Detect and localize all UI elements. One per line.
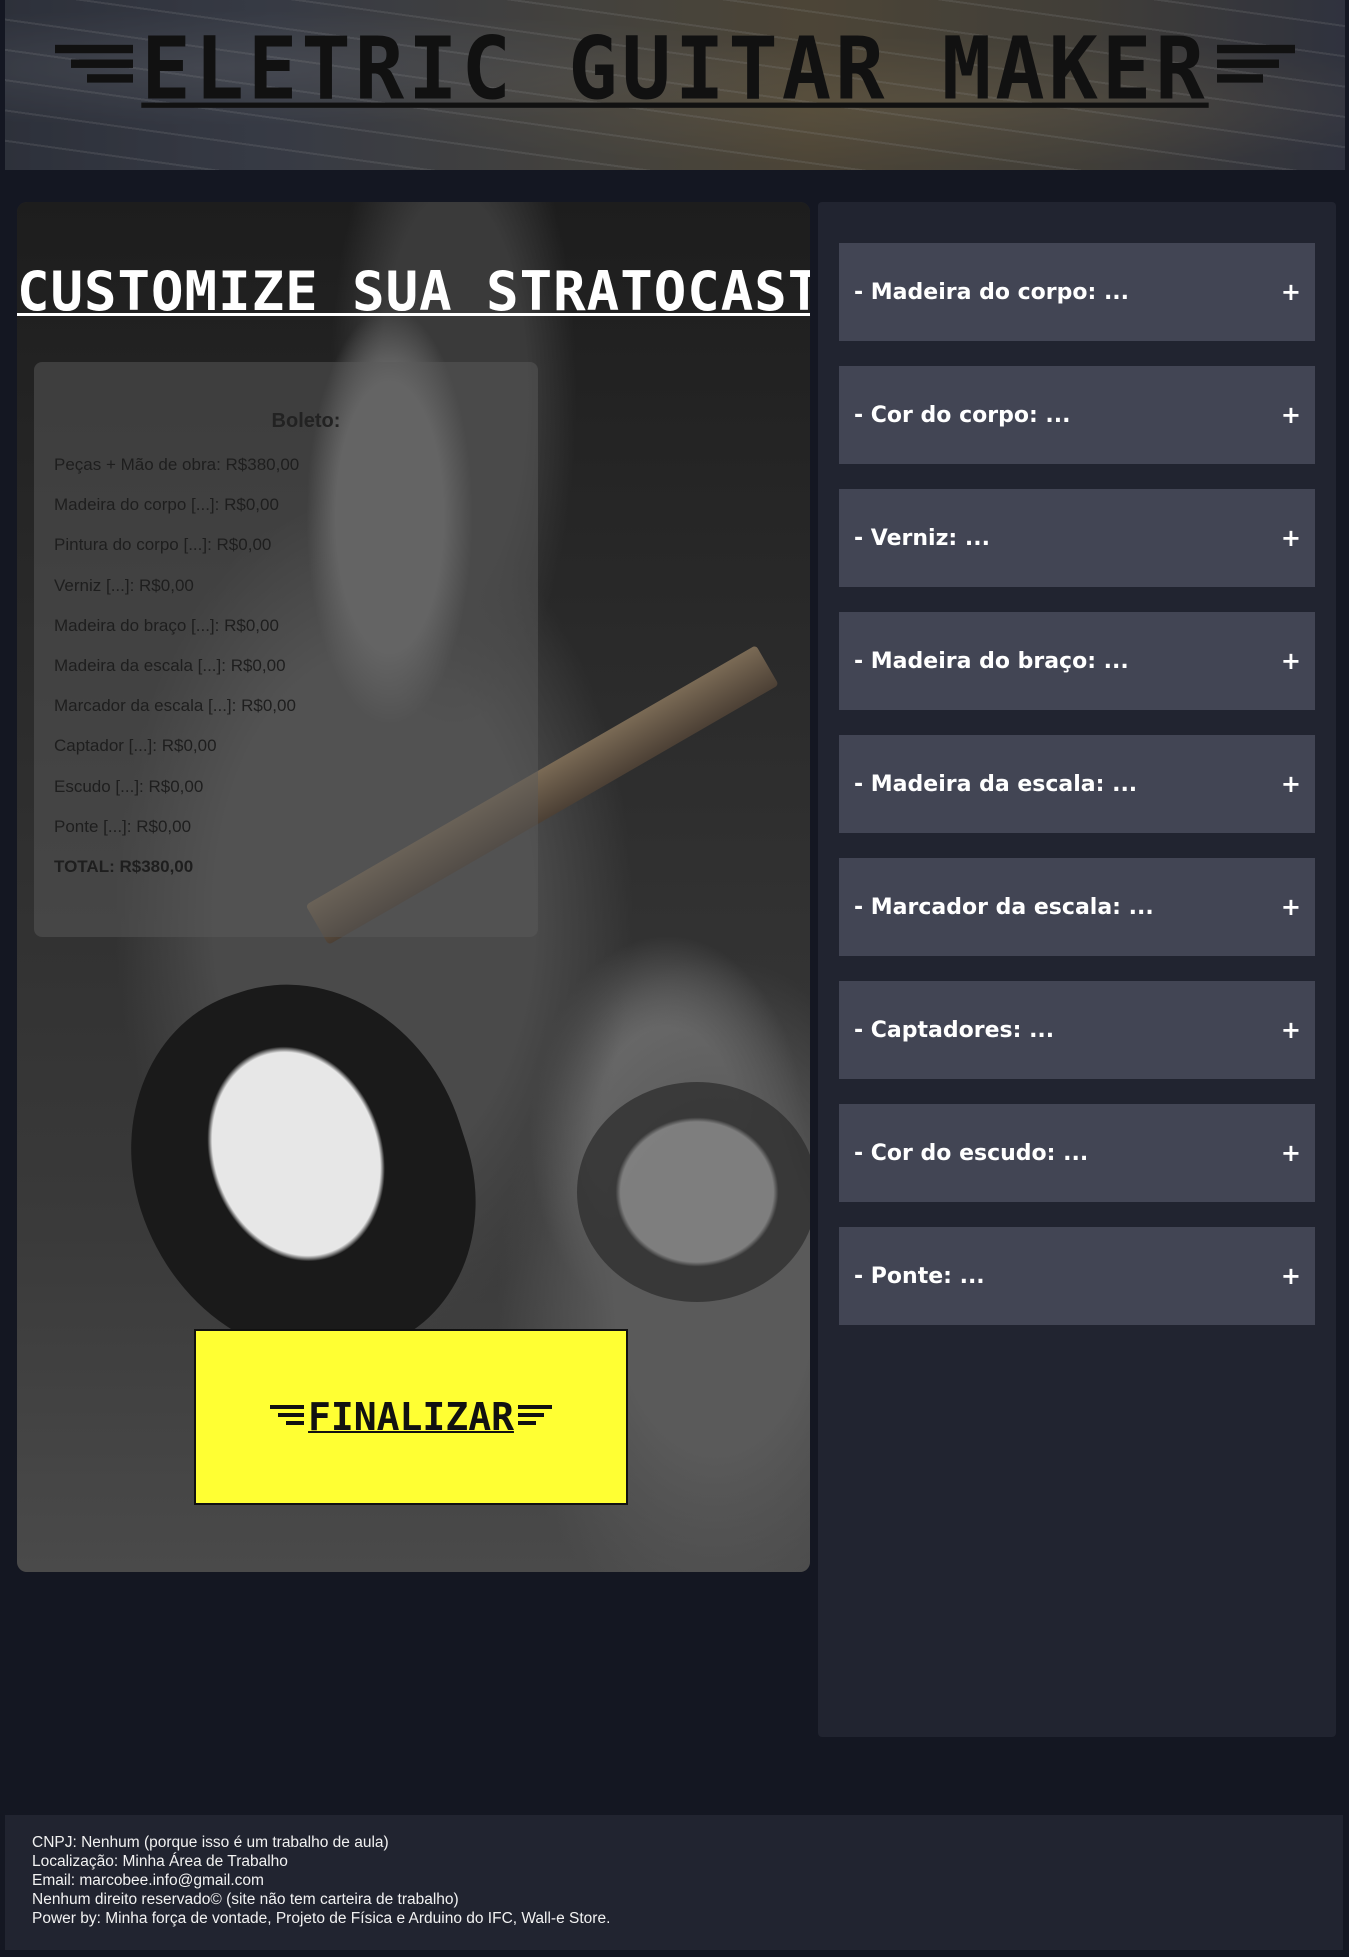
- plus-icon[interactable]: +: [1281, 1016, 1301, 1044]
- plus-icon[interactable]: +: [1281, 770, 1301, 798]
- finalize-label: FINALIZAR: [308, 1395, 514, 1439]
- receipt-line: Madeira da escala [...]: R$0,00: [54, 655, 286, 675]
- footer-email: Email: marcobee.info@gmail.com: [32, 1872, 264, 1889]
- option-ponte[interactable]: - Ponte: ... +: [839, 1227, 1315, 1325]
- option-cor-do-corpo[interactable]: - Cor do corpo: ... +: [839, 366, 1315, 464]
- option-madeira-do-braco[interactable]: - Madeira do braço: ... +: [839, 612, 1315, 710]
- receipt-line: Captador [...]: R$0,00: [54, 736, 217, 756]
- receipt-line: Pintura do corpo [...]: R$0,00: [54, 535, 272, 555]
- plus-icon[interactable]: +: [1281, 524, 1301, 552]
- site-footer: CNPJ: Nenhum (porque isso é um trabalho …: [5, 1815, 1343, 1950]
- receipt-line: Madeira do braço [...]: R$0,00: [54, 615, 279, 635]
- option-madeira-do-corpo[interactable]: - Madeira do corpo: ... +: [839, 243, 1315, 341]
- option-cor-do-escudo[interactable]: - Cor do escudo: ... +: [839, 1104, 1315, 1202]
- option-label: - Madeira da escala: ...: [854, 771, 1138, 797]
- footer-copyright: Nenhum direito reservado© (site não tem …: [32, 1891, 459, 1908]
- footer-location: Localização: Minha Área de Trabalho: [32, 1853, 288, 1870]
- option-label: - Cor do escudo: ...: [854, 1140, 1089, 1166]
- receipt-line: Ponte [...]: R$0,00: [54, 816, 192, 836]
- option-label: - Madeira do braço: ...: [854, 648, 1129, 674]
- receipt-lines: Peças + Mão de obra: R$380,00 Madeira do…: [54, 455, 538, 857]
- option-madeira-da-escala[interactable]: - Madeira da escala: ... +: [839, 735, 1315, 833]
- footer-powered-by: Power by: Minha força de vontade, Projet…: [32, 1910, 611, 1927]
- site-header: ELETRIC GUITAR MAKER: [5, 0, 1345, 170]
- left-wing-icon: [55, 44, 134, 92]
- left-wing-icon: [270, 1405, 305, 1429]
- site-title: ELETRIC GUITAR MAKER: [5, 19, 1345, 120]
- footer-cnpj: CNPJ: Nenhum (porque isso é um trabalho …: [32, 1834, 389, 1851]
- plus-icon[interactable]: +: [1281, 647, 1301, 675]
- plus-icon[interactable]: +: [1281, 278, 1301, 306]
- receipt-box: Boleto: Peças + Mão de obra: R$380,00 Ma…: [34, 362, 538, 937]
- plus-icon[interactable]: +: [1281, 1139, 1301, 1167]
- option-verniz[interactable]: - Verniz: ... +: [839, 489, 1315, 587]
- option-label: - Marcador da escala: ...: [854, 894, 1154, 920]
- right-wing-icon: [1216, 44, 1295, 92]
- drum-shape: [577, 1082, 810, 1302]
- option-label: - Captadores: ...: [854, 1017, 1055, 1043]
- receipt-line: Marcador da escala [...]: R$0,00: [54, 696, 296, 716]
- options-panel: - Madeira do corpo: ... + - Cor do corpo…: [818, 202, 1336, 1737]
- plus-icon[interactable]: +: [1281, 1262, 1301, 1290]
- option-captadores[interactable]: - Captadores: ... +: [839, 981, 1315, 1079]
- right-wing-icon: [517, 1405, 552, 1429]
- receipt-line: Peças + Mão de obra: R$380,00: [54, 455, 300, 474]
- option-label: - Madeira do corpo: ...: [854, 279, 1130, 305]
- receipt-line: Escudo [...]: R$0,00: [54, 776, 204, 796]
- option-marcador-da-escala[interactable]: - Marcador da escala: ... +: [839, 858, 1315, 956]
- receipt-line: Madeira do corpo [...]: R$0,00: [54, 495, 279, 515]
- options-list: - Madeira do corpo: ... + - Cor do corpo…: [839, 243, 1315, 1350]
- option-label: - Ponte: ...: [854, 1263, 985, 1289]
- plus-icon[interactable]: +: [1281, 401, 1301, 429]
- receipt-line: Verniz [...]: R$0,00: [54, 575, 194, 595]
- customizer-panel: CUSTOMIZE SUA STRATOCASTER Boleto: Peças…: [17, 202, 810, 1572]
- page-title: CUSTOMIZE SUA STRATOCASTER: [17, 260, 810, 324]
- receipt-total: TOTAL: R$380,00: [54, 856, 194, 876]
- option-label: - Verniz: ...: [854, 525, 990, 551]
- site-title-text: ELETRIC GUITAR MAKER: [141, 19, 1209, 120]
- finalize-button[interactable]: FINALIZAR: [194, 1329, 628, 1505]
- receipt-title: Boleto:: [271, 410, 341, 432]
- option-label: - Cor do corpo: ...: [854, 402, 1071, 428]
- plus-icon[interactable]: +: [1281, 893, 1301, 921]
